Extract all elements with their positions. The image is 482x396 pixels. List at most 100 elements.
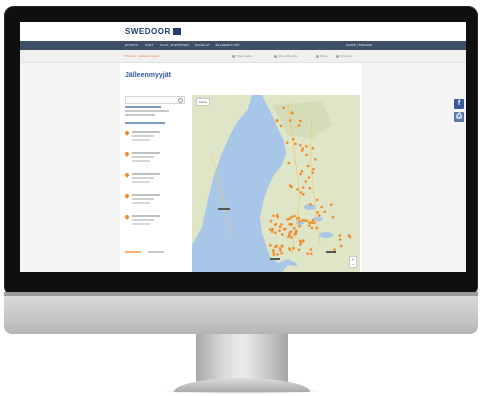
dealer-marker[interactable] (313, 221, 316, 224)
dealer-marker[interactable] (302, 192, 305, 196)
dealer-marker[interactable] (303, 219, 307, 222)
print-button[interactable]: ⎙ (454, 112, 464, 122)
dealer-marker[interactable] (306, 164, 310, 168)
dealer-marker[interactable] (278, 229, 281, 232)
dealer-marker[interactable] (308, 221, 311, 224)
dealer-marker[interactable] (274, 231, 277, 235)
dealer-marker[interactable] (269, 244, 272, 247)
nav-item-ulko-ja-sisaovet[interactable]: ULKO- JA SISÄOVET (160, 43, 189, 48)
dealer-marker[interactable] (316, 198, 319, 202)
dealer-marker[interactable] (278, 225, 282, 229)
dealer-marker[interactable] (269, 228, 272, 231)
util-link-brochure[interactable]: Tilaa esite (232, 54, 251, 58)
nav-item-ovet[interactable]: OVET (145, 43, 153, 48)
dealer-marker[interactable] (310, 252, 313, 256)
dealer-marker[interactable] (272, 253, 276, 256)
dealer-marker[interactable] (274, 222, 278, 226)
dealer-marker[interactable] (281, 233, 284, 236)
dealer-marker[interactable] (279, 124, 283, 128)
dealer-marker[interactable] (304, 180, 308, 183)
dealer-list-item[interactable] (124, 130, 185, 144)
dealer-marker[interactable] (308, 224, 311, 227)
dealer-marker[interactable] (275, 119, 279, 123)
dealer-marker[interactable] (289, 223, 292, 226)
dealer-marker[interactable] (318, 214, 321, 217)
dealer-marker[interactable] (299, 143, 302, 147)
dealer-marker[interactable] (331, 215, 335, 219)
breadcrumb[interactable]: Etusivu / Jälleenmyyjät (125, 54, 159, 58)
dealer-marker[interactable] (339, 244, 343, 248)
dealer-marker[interactable] (315, 226, 318, 230)
nav-item-etusivu[interactable]: ETUSIVU (125, 43, 138, 48)
dealer-marker[interactable] (288, 248, 292, 252)
util-link-search[interactable]: Haku (316, 54, 328, 58)
facebook-button[interactable]: f (454, 99, 464, 109)
dealer-map[interactable]: Kartta + − (192, 95, 360, 272)
dealer-marker[interactable] (309, 202, 312, 206)
dealer-marker[interactable] (312, 167, 315, 171)
dealer-marker[interactable] (285, 141, 289, 144)
zoom-control[interactable]: + − (349, 256, 357, 268)
dealer-marker[interactable] (329, 203, 333, 206)
dealer-list-item[interactable] (124, 172, 185, 186)
util-link-login[interactable]: Kirjaudu (336, 54, 352, 58)
dealer-marker[interactable] (292, 246, 295, 250)
dealer-marker[interactable] (292, 226, 296, 230)
dealer-marker[interactable] (308, 186, 312, 190)
dealer-marker[interactable] (272, 214, 275, 218)
zoom-out-button[interactable]: − (351, 262, 354, 267)
dealer-marker[interactable] (293, 214, 296, 218)
dealer-marker[interactable] (306, 252, 310, 255)
dealer-marker[interactable] (290, 185, 293, 189)
dealer-marker[interactable] (270, 230, 274, 233)
dealer-marker[interactable] (280, 252, 283, 255)
dealer-marker[interactable] (294, 232, 298, 236)
dealer-marker[interactable] (300, 169, 304, 173)
dealer-marker[interactable] (301, 239, 305, 242)
dealer-marker[interactable] (305, 145, 308, 148)
dealer-marker[interactable] (316, 211, 319, 214)
dealer-marker[interactable] (289, 230, 293, 233)
dealer-marker[interactable] (271, 227, 275, 231)
dealer-marker[interactable] (305, 153, 308, 157)
dealer-marker[interactable] (333, 248, 336, 251)
dealer-marker[interactable] (282, 228, 286, 231)
dealer-marker[interactable] (311, 171, 314, 174)
dealer-marker[interactable] (280, 244, 284, 247)
pagination-link[interactable] (148, 251, 164, 253)
dealer-marker[interactable] (323, 210, 327, 213)
dealer-marker[interactable] (290, 111, 294, 115)
dealer-marker[interactable] (288, 233, 291, 237)
dealer-marker[interactable] (272, 250, 275, 254)
map-type-toggle[interactable]: Kartta (196, 98, 211, 106)
nav-item-palvelut[interactable]: PALVELUT (195, 43, 210, 48)
nav-item-jalleenmyyjat[interactable]: JÄLLEENMYYJÄT (215, 43, 240, 48)
dealer-marker[interactable] (311, 218, 315, 222)
dealer-marker[interactable] (347, 234, 351, 237)
dealer-marker[interactable] (338, 234, 342, 237)
dealer-marker[interactable] (296, 188, 299, 191)
dealer-marker[interactable] (299, 191, 303, 194)
sidebar-filter-line[interactable] (125, 122, 165, 124)
dealer-marker[interactable] (290, 236, 293, 239)
dealer-marker[interactable] (310, 221, 314, 224)
language-selector[interactable]: SUOMI / FINLAND (346, 43, 372, 48)
dealer-marker[interactable] (282, 106, 285, 110)
dealer-search-input[interactable] (125, 96, 185, 104)
dealer-marker[interactable] (307, 176, 311, 179)
pagination-link[interactable] (125, 251, 141, 253)
dealer-marker[interactable] (286, 218, 289, 221)
dealer-marker[interactable] (311, 147, 315, 150)
dealer-marker[interactable] (275, 213, 279, 217)
dealer-list-item[interactable] (124, 151, 185, 165)
dealer-marker[interactable] (290, 215, 293, 219)
dealer-marker[interactable] (338, 238, 342, 241)
dealer-marker[interactable] (309, 248, 313, 251)
dealer-marker[interactable] (297, 248, 301, 252)
dealer-marker[interactable] (274, 245, 277, 248)
util-link-contact[interactable]: Ota yhteyttä (274, 54, 297, 58)
dealer-marker[interactable] (297, 124, 301, 127)
dealer-marker[interactable] (269, 219, 273, 223)
dealer-marker[interactable] (280, 223, 283, 226)
dealer-marker[interactable] (300, 149, 304, 152)
